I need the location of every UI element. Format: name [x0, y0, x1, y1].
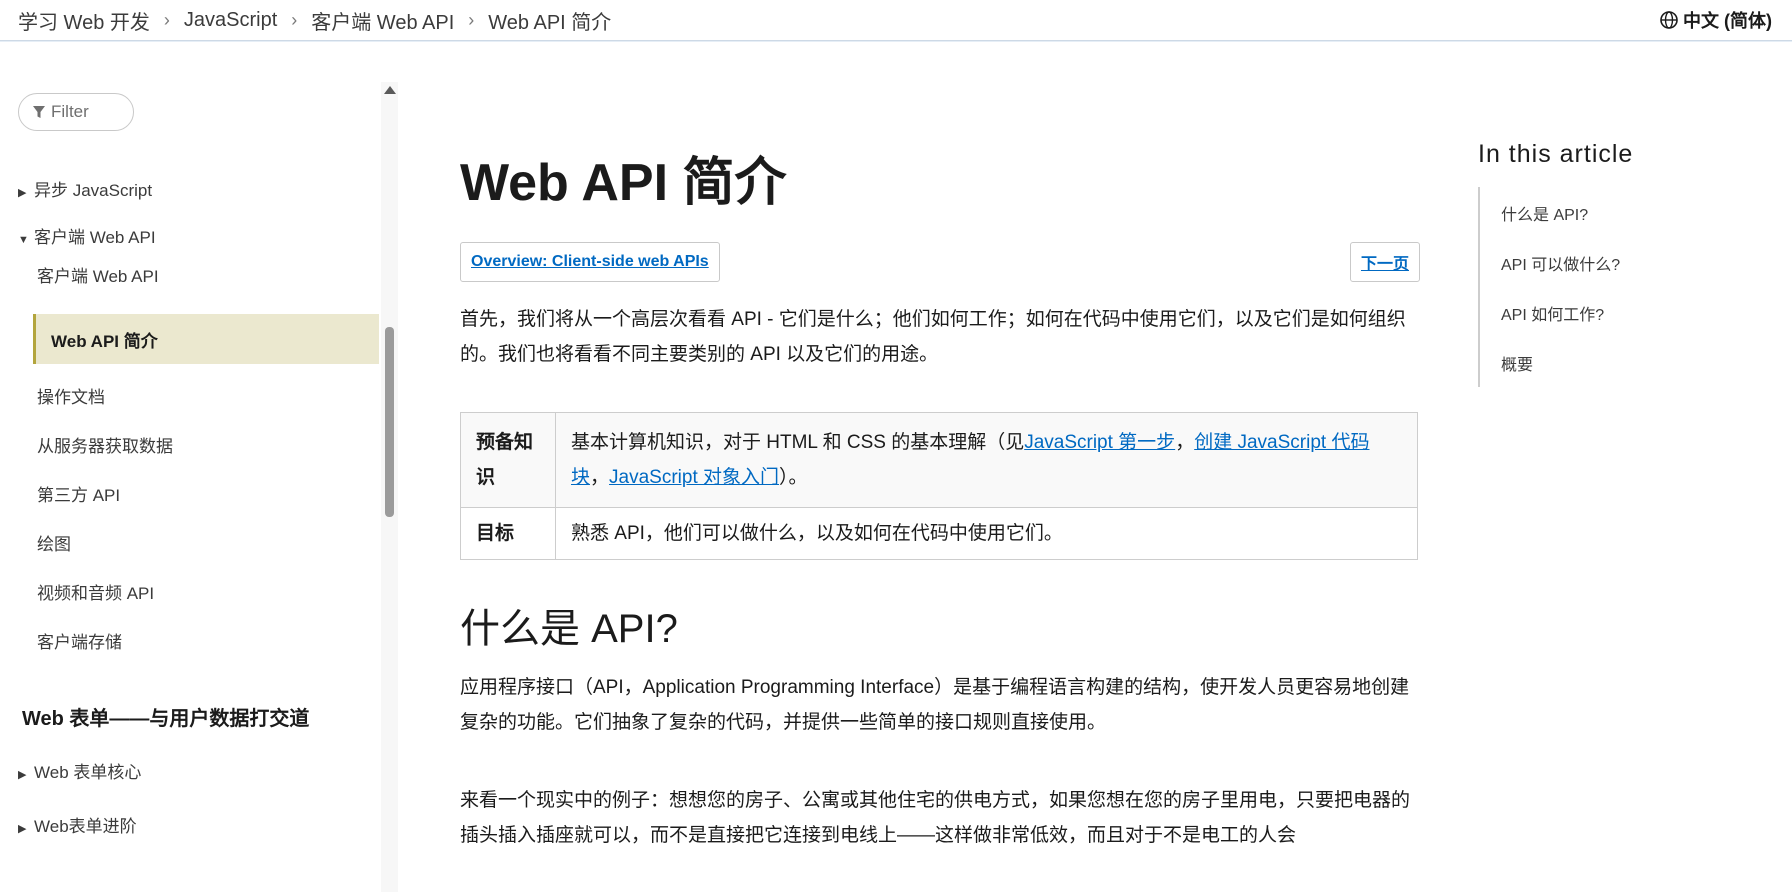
prerequisites-value: 基本计算机知识，对于 HTML 和 CSS 的基本理解（见JavaScript … [555, 412, 1418, 508]
sidebar-item-fetching-data[interactable]: 从服务器获取数据 [37, 432, 173, 457]
table-of-contents: In this article 什么是 API? API 可以做什么? API … [1478, 140, 1778, 387]
breadcrumb-bar: 学习 Web 开发 › JavaScript › 客户端 Web API › W… [0, 0, 1792, 41]
table-row: 目标 熟悉 API，他们可以做什么，以及如何在代码中使用它们。 [460, 507, 1418, 560]
next-page-button[interactable]: 下一页 [1349, 242, 1420, 282]
sidebar-scrollbar-thumb[interactable] [385, 327, 394, 517]
breadcrumb-item-learn[interactable]: 学习 Web 开发 [18, 6, 150, 35]
language-label: 中文 (简体) [1683, 11, 1772, 31]
chevron-right-icon: › [163, 10, 170, 30]
prerequisites-text: 基本计算机知识，对于 HTML 和 CSS 的基本理解（见 [571, 432, 1025, 453]
separator: ， [590, 467, 610, 488]
intro-paragraph: 首先，我们将从一个高层次看看 API - 它们是什么；他们如何工作；如何在代码中… [460, 309, 1406, 365]
breadcrumb: 学习 Web 开发 › JavaScript › 客户端 Web API › W… [18, 6, 611, 35]
breadcrumb-item-client-side-apis[interactable]: 客户端 Web API [311, 6, 454, 35]
filter-placeholder: Filter [51, 102, 89, 121]
sidebar-section-heading: Web 表单——与用户数据打交道 [22, 708, 310, 730]
sidebar-item-forms-core[interactable]: ▶ Web 表单核心 [18, 758, 141, 783]
sidebar-item-async-js[interactable]: ▶ 异步 JavaScript [18, 176, 152, 201]
objective-label: 目标 [460, 507, 556, 560]
triangle-down-icon: ▼ [18, 234, 29, 246]
toc-title: In this article [1478, 140, 1634, 168]
sidebar-item-video-audio-apis[interactable]: 视频和音频 API [37, 579, 154, 604]
breadcrumb-item-javascript[interactable]: JavaScript [184, 9, 277, 32]
sidebar-item-introduction[interactable]: Web API 简介 [33, 314, 379, 364]
sidebar-item-label: Web 表单核心 [34, 763, 142, 782]
scroll-up-arrow-icon[interactable] [384, 86, 396, 94]
toc-item[interactable]: 什么是 API? [1501, 201, 1588, 225]
toc-item[interactable]: API 可以做什么? [1501, 251, 1620, 275]
objective-value: 熟悉 API，他们可以做什么，以及如何在代码中使用它们。 [555, 507, 1418, 560]
sidebar: Filter ▶ 异步 JavaScript ▼ 客户端 Web API 客户端 W… [0, 42, 400, 892]
sidebar-item-label: Web表单进阶 [34, 817, 137, 836]
triangle-right-icon: ▶ [18, 769, 27, 781]
prerequisites-table: 预备知识 基本计算机知识，对于 HTML 和 CSS 的基本理解（见JavaSc… [460, 412, 1418, 560]
triangle-right-icon: ▶ [18, 823, 27, 835]
toc-item[interactable]: API 如何工作? [1501, 301, 1604, 325]
separator: ， [1175, 432, 1195, 453]
section-heading-what-is-api: 什么是 API? [460, 607, 678, 651]
chevron-right-icon: › [291, 10, 298, 30]
overview-button[interactable]: Overview: Client-side web APIs [460, 242, 720, 282]
filter-input[interactable]: Filter [18, 93, 134, 131]
sidebar-item-label: 客户端 Web API [34, 228, 156, 247]
link-js-first-steps[interactable]: JavaScript 第一步 [1024, 432, 1175, 453]
page-title: Web API 简介 [460, 154, 787, 212]
prerequisites-text-end: ）。 [779, 467, 808, 488]
chevron-right-icon: › [468, 10, 475, 30]
prerequisites-label: 预备知识 [460, 412, 556, 508]
paragraph: 应用程序接口（API，Application Programming Inter… [460, 677, 1410, 733]
sidebar-item-manipulating-documents[interactable]: 操作文档 [37, 383, 105, 408]
sidebar-item-third-party-apis[interactable]: 第三方 API [37, 481, 120, 506]
toc-item[interactable]: 概要 [1501, 351, 1533, 375]
triangle-right-icon: ▶ [18, 187, 27, 199]
paragraph: 来看一个现实中的例子：想想您的房子、公寓或其他住宅的供电方式，如果您想在您的房子… [460, 790, 1411, 846]
sidebar-item-client-side-apis-overview[interactable]: 客户端 Web API [37, 262, 159, 287]
language-switcher[interactable]: 中文 (简体) [1659, 7, 1772, 33]
breadcrumb-item-current[interactable]: Web API 简介 [488, 6, 611, 35]
filter-icon [33, 105, 45, 118]
link-js-objects[interactable]: JavaScript 对象入门 [609, 467, 779, 488]
toc-list: 什么是 API? API 可以做什么? API 如何工作? 概要 [1478, 187, 1780, 387]
table-row: 预备知识 基本计算机知识，对于 HTML 和 CSS 的基本理解（见JavaSc… [460, 412, 1418, 508]
sidebar-item-forms-advanced[interactable]: ▶ Web表单进阶 [18, 812, 137, 837]
sidebar-item-drawing-graphics[interactable]: 绘图 [37, 530, 71, 555]
globe-icon [1660, 11, 1678, 29]
sidebar-item-client-side-apis[interactable]: ▼ 客户端 Web API [18, 223, 156, 248]
sidebar-item-client-side-storage[interactable]: 客户端存储 [37, 628, 122, 653]
sidebar-item-label: 异步 JavaScript [34, 181, 153, 200]
